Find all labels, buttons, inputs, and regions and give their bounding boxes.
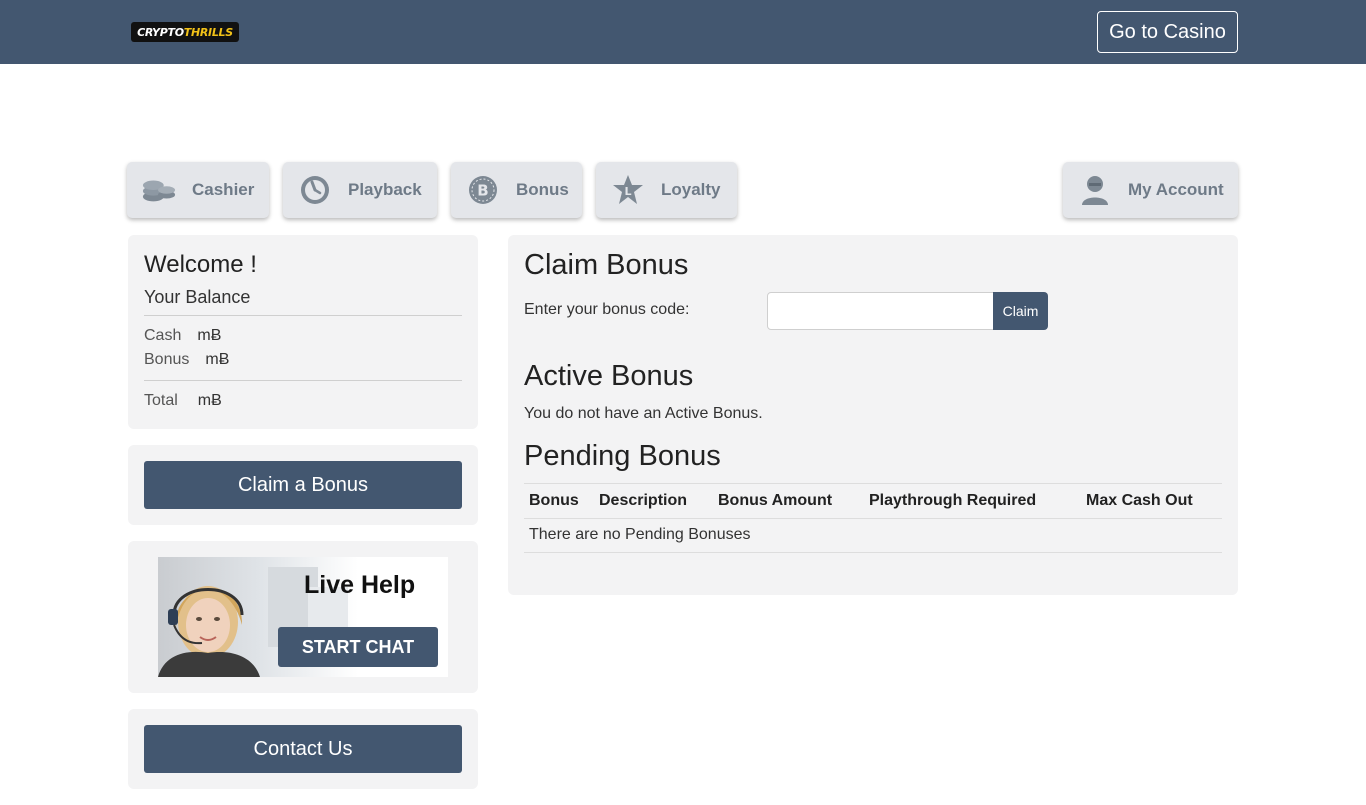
balance-panel: Welcome ! Your Balance Cash mɃ Bonus mɃ To…: [128, 235, 478, 429]
cash-label: Cash: [144, 327, 182, 344]
nav-cashier-label: Cashier: [192, 180, 255, 199]
cash-currency: mɃ: [197, 327, 222, 344]
active-bonus-message: You do not have an Active Bonus.: [524, 405, 763, 422]
bonus-main-panel: Claim Bonus Enter your bonus code: Claim…: [508, 235, 1238, 595]
table-row: There are no Pending Bonuses: [529, 526, 751, 543]
loyalty-star-icon: L: [611, 173, 645, 207]
claim-a-bonus-button[interactable]: Claim a Bonus: [144, 461, 462, 509]
logo-text-left: CRYPTO: [137, 25, 184, 39]
nav-bonus-button[interactable]: B Bonus: [451, 162, 582, 218]
claim-button[interactable]: Claim: [993, 292, 1048, 330]
nav-playback-button[interactable]: Playback: [283, 162, 437, 218]
coins-icon: [142, 173, 176, 207]
nav-loyalty-label: Loyalty: [661, 180, 721, 199]
live-help-panel: Live Help START CHAT: [128, 541, 478, 693]
active-bonus-heading: Active Bonus: [524, 360, 694, 392]
nav-bonus-label: Bonus: [516, 180, 569, 199]
playback-clock-icon: [298, 173, 332, 207]
logo-text-right: THRILLS: [183, 25, 233, 39]
total-label: Total: [144, 392, 178, 409]
nav-my-account-button[interactable]: My Account: [1063, 162, 1238, 218]
crypto-thrills-logo[interactable]: CRYPTOTHRILLS: [131, 22, 239, 42]
claim-bonus-heading: Claim Bonus: [524, 249, 689, 281]
total-currency: mɃ: [197, 392, 222, 409]
welcome-heading: Welcome !: [144, 251, 257, 278]
svg-text:B: B: [477, 182, 488, 200]
table-bottom-border: [524, 552, 1222, 553]
svg-text:L: L: [624, 185, 631, 198]
nav-cashier-button[interactable]: Cashier: [127, 162, 269, 218]
start-chat-button[interactable]: START CHAT: [278, 627, 438, 667]
bonus-badge-icon: B: [466, 173, 500, 207]
bonus-label: Bonus: [144, 351, 190, 368]
go-to-casino-button[interactable]: Go to Casino: [1097, 11, 1238, 53]
table-header-border: [524, 518, 1222, 519]
top-bar: CRYPTOTHRILLS Go to Casino: [0, 0, 1366, 64]
live-help-banner[interactable]: Live Help START CHAT: [158, 557, 448, 677]
cash-balance-row: Cash mɃ: [144, 327, 221, 345]
column-header-max-cash-out: Max Cash Out: [1086, 492, 1193, 509]
claim-bonus-panel: Claim a Bonus: [128, 445, 478, 525]
total-balance-row: Total mɃ: [144, 392, 222, 410]
contact-panel: Contact Us: [128, 709, 478, 789]
nav-my-account-label: My Account: [1128, 180, 1224, 199]
pending-bonus-heading: Pending Bonus: [524, 440, 721, 472]
bonus-code-label: Enter your bonus code:: [524, 301, 690, 318]
column-header-bonus: Bonus: [529, 492, 579, 509]
bonus-code-input[interactable]: [767, 292, 994, 330]
nav-loyalty-button[interactable]: L Loyalty: [596, 162, 737, 218]
column-header-bonus-amount: Bonus Amount: [718, 492, 833, 509]
nav-playback-label: Playback: [348, 180, 422, 199]
contact-us-button[interactable]: Contact Us: [144, 725, 462, 773]
bonus-currency: mɃ: [205, 351, 230, 368]
your-balance-heading: Your Balance: [144, 287, 251, 307]
divider: [144, 380, 462, 381]
column-header-playthrough: Playthrough Required: [869, 492, 1037, 509]
bonus-balance-row: Bonus mɃ: [144, 351, 229, 369]
table-top-border: [524, 483, 1222, 484]
live-help-title: Live Help: [304, 571, 416, 599]
user-avatar-icon: [1078, 173, 1112, 207]
divider: [144, 315, 462, 316]
column-header-description: Description: [599, 492, 688, 509]
